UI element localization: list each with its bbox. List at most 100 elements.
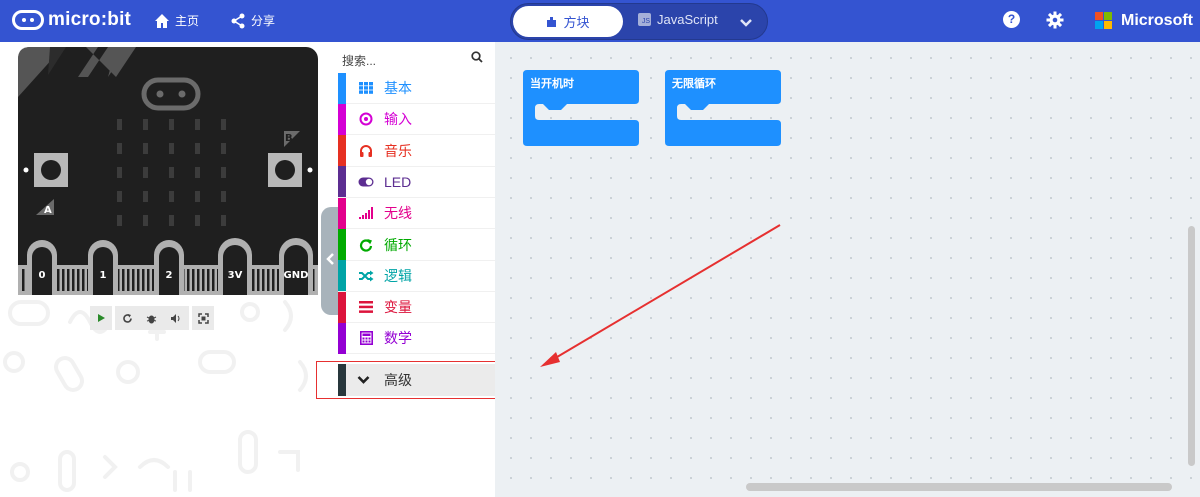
lines-icon bbox=[358, 301, 374, 313]
pin-2[interactable]: 2 bbox=[154, 240, 184, 295]
toolbox-category[interactable]: 无线 bbox=[338, 197, 495, 230]
ms-logo-square bbox=[1095, 12, 1103, 20]
share-button[interactable]: 分享 bbox=[230, 12, 275, 29]
headphones-icon bbox=[358, 144, 374, 158]
category-label: LED bbox=[384, 173, 412, 190]
toolbox-category[interactable]: 数学 bbox=[338, 322, 495, 355]
category-color-bar bbox=[338, 135, 346, 167]
edge-connector-tooth bbox=[187, 269, 190, 291]
edge-connector-tooth bbox=[207, 269, 210, 291]
on-start-block[interactable]: 当开机时 bbox=[523, 70, 639, 146]
microbit-board[interactable]: A B 0 1 2 3V GND bbox=[18, 47, 318, 295]
blocks-mode-button[interactable]: 方块 bbox=[513, 6, 623, 37]
gear-icon[interactable] bbox=[1046, 11, 1064, 29]
led-pixel bbox=[117, 167, 122, 178]
edge-connector-tooth bbox=[67, 269, 70, 291]
vertical-scrollbar[interactable] bbox=[1188, 226, 1195, 466]
toolbox-search[interactable]: 搜索... bbox=[338, 42, 495, 72]
button-b-label: B bbox=[285, 133, 293, 144]
edge-connector-tooth bbox=[202, 269, 205, 291]
annotation-highlight-box bbox=[316, 361, 524, 399]
edge-connector-tooth bbox=[122, 269, 125, 291]
toolbox-category[interactable]: 输入 bbox=[338, 103, 495, 136]
edge-connector-tooth bbox=[82, 269, 85, 291]
pin-gnd[interactable]: GND bbox=[279, 238, 313, 295]
led-pixel bbox=[117, 191, 122, 202]
pin-label: 0 bbox=[39, 270, 46, 281]
category-color-bar bbox=[338, 197, 346, 229]
led-pixel bbox=[221, 143, 226, 154]
ms-logo-square bbox=[1104, 21, 1112, 29]
javascript-mode-button[interactable]: JS JavaScript bbox=[638, 12, 718, 27]
button-a-label: A bbox=[44, 205, 52, 216]
toolbox-category[interactable]: 循环 bbox=[338, 229, 495, 261]
pin-0[interactable]: 0 bbox=[27, 240, 57, 295]
pin-3v[interactable]: 3V bbox=[218, 238, 252, 295]
help-icon[interactable]: ? bbox=[1003, 11, 1020, 28]
category-label: 循环 bbox=[384, 236, 412, 253]
search-icon[interactable] bbox=[471, 51, 483, 63]
top-header: micro:bit 主页 分享 方块 JS JavaScript ? Micro… bbox=[0, 0, 1200, 42]
category-color-bar bbox=[338, 72, 346, 104]
microbit-logo-icon bbox=[12, 10, 44, 30]
led-pixel bbox=[143, 119, 148, 130]
pin-1[interactable]: 1 bbox=[88, 240, 118, 295]
led-pixel bbox=[169, 215, 174, 226]
chevron-down-icon[interactable] bbox=[739, 16, 753, 30]
blocks-mode-label: 方块 bbox=[563, 15, 590, 30]
simulator-panel: A B 0 1 2 3V GND bbox=[0, 42, 338, 497]
edge-connector-tooth bbox=[22, 269, 25, 291]
edge-connector-tooth bbox=[132, 269, 135, 291]
brand-logo[interactable]: micro:bit bbox=[12, 9, 131, 31]
home-button[interactable]: 主页 bbox=[154, 12, 199, 29]
edge-connector-tooth bbox=[137, 269, 140, 291]
toolbox-category[interactable]: LED bbox=[338, 166, 495, 198]
led-pixel bbox=[221, 119, 226, 130]
edge-connector-tooth bbox=[72, 269, 75, 291]
edge-connector-tooth bbox=[57, 269, 60, 291]
toolbox-category[interactable]: 逻辑 bbox=[338, 260, 495, 292]
toolbox-category[interactable]: 基本 bbox=[338, 72, 495, 104]
led-pixel bbox=[195, 191, 200, 202]
javascript-mode-label: JavaScript bbox=[657, 12, 718, 27]
fullscreen-icon bbox=[197, 312, 209, 324]
share-icon bbox=[231, 13, 245, 28]
debug-icon[interactable] bbox=[146, 313, 157, 324]
play-icon bbox=[97, 314, 105, 322]
microsoft-logo-icon[interactable] bbox=[1095, 12, 1112, 29]
restart-icon[interactable] bbox=[122, 313, 133, 324]
edge-connector-tooth bbox=[212, 269, 215, 291]
edge-connector-tooth bbox=[62, 269, 65, 291]
loop-icon bbox=[358, 238, 374, 252]
search-input[interactable]: 搜索... bbox=[342, 52, 376, 69]
led-pixel bbox=[117, 215, 122, 226]
category-color-bar bbox=[338, 229, 346, 260]
category-color-bar bbox=[338, 166, 346, 198]
play-button[interactable] bbox=[90, 306, 112, 330]
led-pixel bbox=[117, 143, 122, 154]
category-label: 变量 bbox=[384, 299, 412, 316]
category-label: 数学 bbox=[384, 330, 412, 347]
edge-connector-tooth bbox=[147, 269, 150, 291]
led-pixel bbox=[143, 215, 148, 226]
sound-icon[interactable] bbox=[170, 313, 182, 324]
led-pixel bbox=[143, 191, 148, 202]
toolbox-category[interactable]: 音乐 bbox=[338, 135, 495, 167]
microsoft-label[interactable]: Microsoft bbox=[1121, 12, 1193, 30]
share-label: 分享 bbox=[251, 14, 276, 28]
simulator-controls bbox=[90, 306, 214, 330]
edge-connector-tooth bbox=[252, 269, 255, 291]
blocks-workspace[interactable]: 当开机时 无限循环 bbox=[495, 42, 1200, 497]
toolbox-category[interactable]: 变量 bbox=[338, 291, 495, 324]
edge-connector-tooth bbox=[267, 269, 270, 291]
ms-logo-square bbox=[1104, 12, 1112, 20]
horizontal-scrollbar[interactable] bbox=[746, 483, 1172, 491]
toggle-icon bbox=[358, 177, 374, 187]
forever-block[interactable]: 无限循环 bbox=[665, 70, 781, 146]
fullscreen-button[interactable] bbox=[192, 306, 214, 330]
edge-connector-tooth bbox=[192, 269, 195, 291]
category-color-bar bbox=[338, 103, 346, 135]
collapse-simulator-tab[interactable] bbox=[321, 207, 338, 315]
edge-connector-tooth bbox=[257, 269, 260, 291]
on-start-label: 当开机时 bbox=[530, 76, 574, 90]
